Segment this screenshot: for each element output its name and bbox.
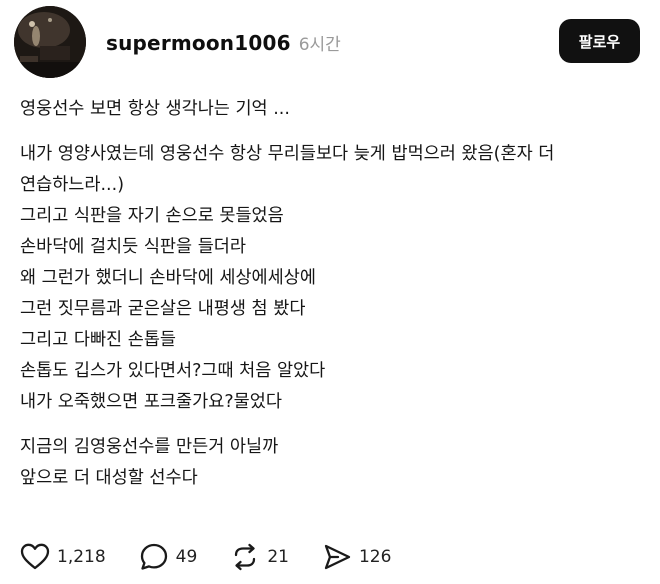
thread-post: supermoon1006 6시간 팔로우 영웅선수 보면 항상 생각나는 기억… bbox=[0, 0, 660, 584]
avatar[interactable] bbox=[14, 6, 86, 78]
text-line: 연습하느라...) bbox=[20, 175, 125, 195]
repost-button[interactable]: 21 bbox=[230, 542, 289, 572]
comment-button[interactable]: 49 bbox=[139, 542, 198, 572]
repost-icon bbox=[235, 543, 256, 571]
text-line: 내가 오죽했으면 포크줄가요?물었다 bbox=[20, 392, 282, 412]
text-line: 손톱도 깁스가 있다면서?그때 처음 알았다 bbox=[20, 361, 326, 381]
like-button[interactable]: 1,218 bbox=[20, 542, 106, 572]
text-line: 내가 영양사였는데 영웅선수 항상 무리들보다 늦게 밥먹으러 왔음(혼자 더 bbox=[20, 144, 555, 164]
text-line: 왜 그런가 했더니 손바닥에 세상에세상에 bbox=[20, 268, 316, 288]
paragraph-1: 영웅선수 보면 항상 생각나는 기억 ... bbox=[20, 94, 630, 125]
user-line: supermoon1006 6시간 bbox=[106, 30, 341, 58]
send-icon bbox=[324, 544, 351, 570]
post-time: 6시간 bbox=[298, 35, 341, 55]
text-line: 그리고 다빠진 손톱들 bbox=[20, 330, 177, 350]
text-line: 그리고 식판을 자기 손으로 못들었음 bbox=[20, 206, 284, 226]
like-count: 1,218 bbox=[57, 547, 106, 567]
share-button[interactable]: 126 bbox=[322, 542, 391, 572]
text-line: 영웅선수 보면 항상 생각나는 기억 ... bbox=[20, 99, 290, 119]
follow-button[interactable]: 팔로우 bbox=[559, 19, 640, 63]
text-line: 손바닥에 걸치듯 식판을 들더라 bbox=[20, 237, 246, 257]
heart-icon bbox=[20, 543, 50, 570]
share-count: 126 bbox=[358, 547, 392, 567]
text-line: 지금의 김영웅선수를 만든거 아닐까 bbox=[20, 437, 279, 457]
text-line: 그런 짓무름과 굳은살은 내평생 첨 봤다 bbox=[20, 299, 306, 319]
post-body: 영웅선수 보면 항상 생각나는 기억 ... 내가 영양사였는데 영웅선수 항상… bbox=[20, 94, 630, 494]
text-line: 앞으로 더 대성할 선수다 bbox=[20, 468, 198, 488]
post-header: supermoon1006 6시간 팔로우 bbox=[14, 6, 644, 78]
comment-icon bbox=[140, 543, 167, 570]
avatar-photo bbox=[14, 6, 86, 78]
comment-count: 49 bbox=[175, 547, 198, 567]
action-bar: 1,218 49 21 126 bbox=[20, 540, 424, 574]
repost-count: 21 bbox=[267, 547, 289, 567]
username[interactable]: supermoon1006 bbox=[106, 31, 291, 55]
paragraph-2: 내가 영양사였는데 영웅선수 항상 무리들보다 늦게 밥먹으러 왔음(혼자 더 … bbox=[20, 139, 630, 418]
paragraph-3: 지금의 김영웅선수를 만든거 아닐까 앞으로 더 대성할 선수다 bbox=[20, 432, 630, 494]
